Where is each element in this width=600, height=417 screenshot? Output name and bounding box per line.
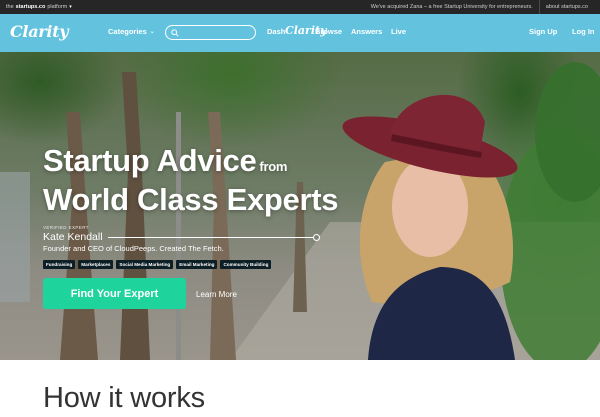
tag-fundraising[interactable]: Fundraising <box>43 260 76 269</box>
categories-menu[interactable]: Categories ⌄ <box>108 27 155 36</box>
headline-from: from <box>259 159 288 174</box>
log-in-link[interactable]: Log In <box>572 27 595 36</box>
nav-live[interactable]: Live <box>391 27 406 36</box>
platform-brand: startups.co <box>15 4 46 10</box>
learn-more-link[interactable]: Learn More <box>196 290 237 299</box>
search-input[interactable] <box>182 29 252 36</box>
sign-up-link[interactable]: Sign Up <box>529 27 557 36</box>
platform-suffix: platform <box>47 4 68 10</box>
clarity-logo[interactable]: Clarity <box>10 22 69 41</box>
tag-marketplaces[interactable]: Marketplaces <box>78 260 114 269</box>
about-startups-link[interactable]: about startups.co <box>538 0 594 14</box>
find-your-expert-button[interactable]: Find Your Expert <box>43 278 186 309</box>
nav-browse[interactable]: Browse <box>315 27 342 36</box>
chevron-down-icon: ⌄ <box>149 29 155 35</box>
platform-prefix: the <box>6 4 14 10</box>
expert-title: Founder and CEO of CloudPeeps. Created T… <box>43 244 224 253</box>
expert-pointer-line <box>108 237 313 238</box>
headline-line-1: Startup Advice <box>43 143 257 178</box>
main-nav: Clarity Categories ⌄ Dash Clarity Browse… <box>0 14 600 52</box>
hero-headline: Startup Advice from World Class Experts <box>43 143 339 217</box>
hero-section: Startup Advice from World Class Experts V… <box>0 52 600 360</box>
platform-switcher[interactable]: the startups.co platform ▾ <box>6 4 72 10</box>
acquisition-announcement-link[interactable]: We've acquired Zana – a free Startup Uni… <box>365 0 539 14</box>
categories-label: Categories <box>108 27 147 36</box>
expertise-tags: Fundraising Marketplaces Social Media Ma… <box>43 260 272 269</box>
expert-name[interactable]: Kate Kendall <box>43 231 103 243</box>
search-icon <box>171 28 179 37</box>
caret-down-icon: ▾ <box>69 4 72 10</box>
tag-email-marketing[interactable]: Email Marketing <box>176 260 218 269</box>
search-box[interactable] <box>165 25 256 40</box>
nav-dashboard[interactable]: Dash <box>267 27 285 36</box>
tag-community-building[interactable]: Community Building <box>220 260 272 269</box>
how-it-works-heading: How it works <box>43 382 205 414</box>
nav-answers[interactable]: Answers <box>351 27 382 36</box>
verified-expert-label: VERIFIED EXPERT <box>43 225 89 230</box>
expert-pointer-dot <box>313 234 320 241</box>
headline-line-2: World Class Experts <box>43 182 339 217</box>
platform-bar: the startups.co platform ▾ We've acquire… <box>0 0 600 14</box>
tag-social-media-marketing[interactable]: Social Media Marketing <box>116 260 174 269</box>
